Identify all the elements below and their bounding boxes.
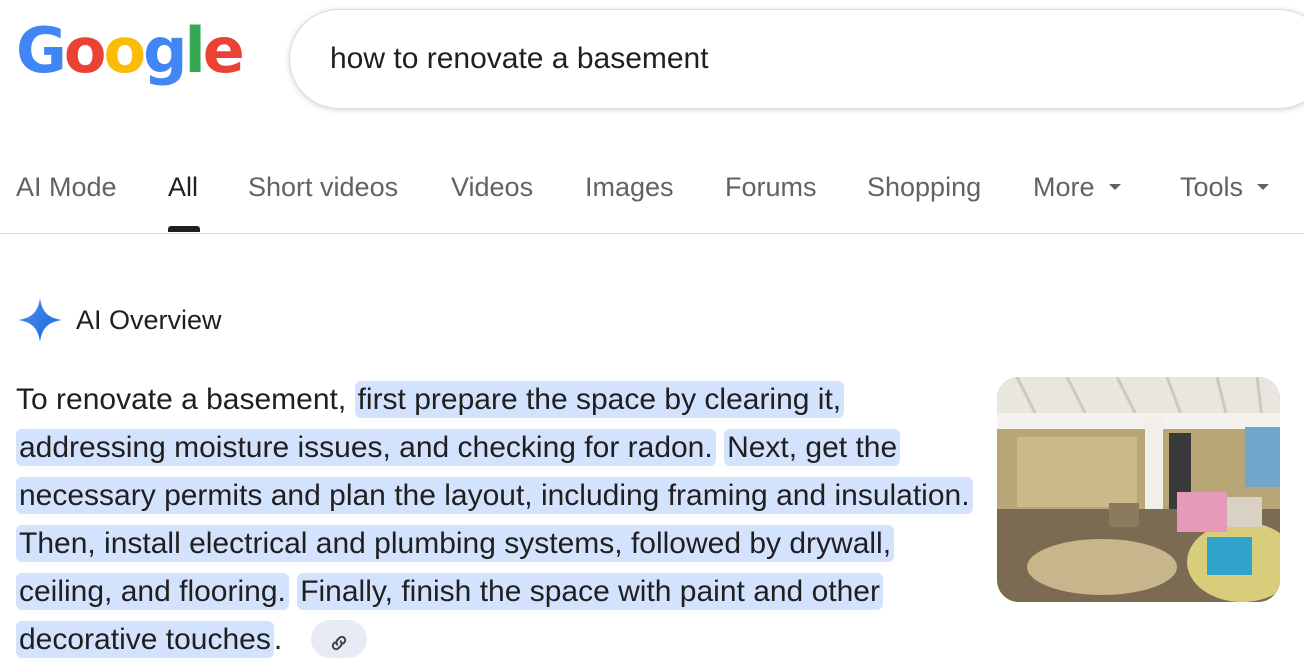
basement-photo-image [997, 377, 1280, 602]
ai-overview-header: AI Overview [16, 296, 222, 344]
tab-more[interactable]: More [1033, 172, 1121, 203]
tab-label: Images [585, 172, 674, 202]
basement-photo[interactable] [997, 377, 1280, 602]
tab-label: Tools [1180, 172, 1244, 202]
tab-all[interactable]: All [168, 172, 198, 203]
logo-letter: o [63, 14, 107, 87]
search-box[interactable] [289, 9, 1304, 109]
logo-letter: e [202, 14, 245, 87]
google-logo[interactable]: Google [16, 14, 245, 87]
overview-ending: . [273, 623, 283, 656]
logo-letter: o [103, 14, 147, 87]
tab-shopping[interactable]: Shopping [867, 172, 981, 203]
ai-overview-text: To renovate a basement, first prepare th… [16, 376, 984, 664]
tab-forums[interactable]: Forums [725, 172, 817, 203]
tab-label: Shopping [867, 172, 982, 202]
tab-label: Forums [725, 172, 817, 202]
tab-ai-mode[interactable]: AI Mode [16, 172, 117, 203]
tab-label: All [168, 172, 199, 202]
tab-images[interactable]: Images [585, 172, 674, 203]
ai-overview-title: AI Overview [76, 304, 222, 335]
chevron-down-icon [1108, 183, 1121, 190]
logo-letter: g [143, 14, 187, 87]
tab-tools[interactable]: Tools [1180, 172, 1270, 203]
active-tab-indicator [168, 226, 200, 232]
chevron-down-icon [1257, 183, 1270, 190]
tab-videos[interactable]: Videos [451, 172, 533, 203]
search-input[interactable] [330, 10, 1230, 108]
search-tabs: AI Mode All Short videos Videos Images F… [0, 158, 1304, 234]
logo-letter: G [16, 14, 67, 87]
tab-label: AI Mode [16, 172, 117, 202]
logo-letter: l [184, 14, 206, 87]
tab-label: Videos [451, 172, 534, 202]
tab-label: Short videos [248, 172, 399, 202]
gemini-sparkle-icon [18, 298, 62, 342]
tab-short-videos[interactable]: Short videos [248, 172, 398, 203]
tab-label: More [1033, 172, 1095, 202]
overview-intro: To renovate a basement, [16, 383, 347, 416]
source-link-button[interactable] [310, 620, 367, 659]
link-icon [331, 635, 346, 651]
